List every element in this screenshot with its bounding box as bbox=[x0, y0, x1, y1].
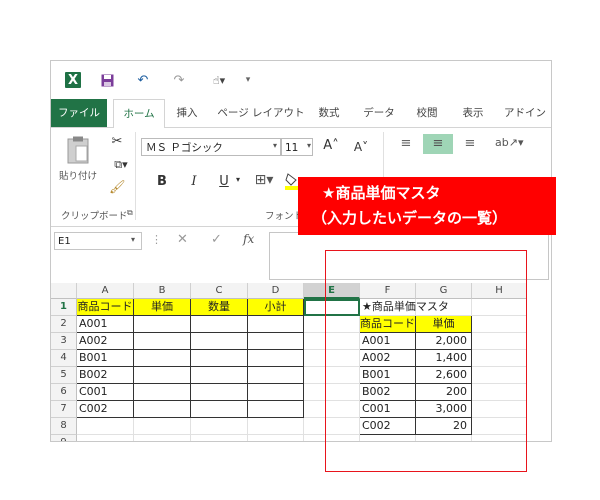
cell-a7[interactable]: C002 bbox=[77, 401, 134, 418]
cell-a3[interactable]: A002 bbox=[77, 333, 134, 350]
ribbon-tabs: ファイル ホーム 挿入 ページ レイアウト 数式 データ 校閲 表示 アドイン bbox=[51, 99, 551, 129]
align-top-icon[interactable]: ≡ bbox=[397, 136, 415, 151]
copy-icon[interactable]: ⧉▾ bbox=[109, 158, 133, 172]
borders-icon[interactable]: ⊞▾ bbox=[251, 172, 277, 188]
italic-button[interactable]: I bbox=[187, 174, 201, 189]
insert-function-icon[interactable]: fx bbox=[243, 232, 254, 246]
paste-icon[interactable] bbox=[65, 136, 91, 166]
cell-c1[interactable]: 数量 bbox=[191, 299, 248, 316]
column-header-b[interactable]: B bbox=[134, 283, 191, 299]
row-header-8[interactable]: 8 bbox=[51, 418, 77, 435]
cell-b2[interactable] bbox=[134, 316, 191, 333]
row-header-3[interactable]: 3 bbox=[51, 333, 77, 350]
cell-b6[interactable] bbox=[134, 384, 191, 401]
tab-addins[interactable]: アドイン bbox=[499, 99, 551, 127]
cancel-icon[interactable]: ✕ bbox=[177, 232, 188, 247]
format-painter-icon[interactable]: 🖌 bbox=[109, 180, 126, 195]
tab-formulas[interactable]: 数式 bbox=[313, 99, 345, 127]
cell-b1[interactable]: 単価 bbox=[134, 299, 191, 316]
tab-insert[interactable]: 挿入 bbox=[169, 99, 205, 127]
row-header-4[interactable]: 4 bbox=[51, 350, 77, 367]
row-header-6[interactable]: 6 bbox=[51, 384, 77, 401]
enter-icon[interactable]: ✓ bbox=[211, 232, 222, 247]
cell-c8[interactable] bbox=[191, 418, 248, 435]
touch-mode-icon[interactable]: ☝▾ bbox=[207, 72, 231, 88]
underline-dropdown-icon[interactable]: ▾ bbox=[233, 175, 243, 184]
tab-home[interactable]: ホーム bbox=[113, 99, 165, 129]
undo-icon[interactable]: ↶ bbox=[135, 72, 151, 88]
cell-d7[interactable] bbox=[248, 401, 304, 418]
cell-b5[interactable] bbox=[134, 367, 191, 384]
select-all-corner[interactable] bbox=[51, 283, 77, 299]
excel-logo-icon: X bbox=[65, 72, 81, 88]
tab-file[interactable]: ファイル bbox=[51, 99, 107, 127]
font-name-select[interactable]: ＭＳ Ｐゴシック bbox=[141, 138, 281, 156]
tab-review[interactable]: 校閲 bbox=[409, 99, 445, 127]
callout-line-1: ★商品単価マスタ bbox=[322, 184, 441, 202]
bold-button[interactable]: B bbox=[155, 174, 169, 189]
name-box[interactable]: E1 bbox=[54, 232, 142, 250]
paste-label[interactable]: 貼り付け bbox=[59, 168, 97, 182]
clipboard-group-label: クリップボード bbox=[61, 211, 128, 222]
cell-d8[interactable] bbox=[248, 418, 304, 435]
cell-a1[interactable]: 商品コード bbox=[77, 299, 134, 316]
cell-a4[interactable]: B001 bbox=[77, 350, 134, 367]
orientation-icon[interactable]: ab↗▾ bbox=[495, 136, 523, 149]
cell-d5[interactable] bbox=[248, 367, 304, 384]
cell-c4[interactable] bbox=[191, 350, 248, 367]
name-box-dropdown-icon[interactable]: ▾ bbox=[131, 235, 135, 244]
align-middle-icon[interactable]: ≡ bbox=[423, 134, 453, 154]
row-header-7[interactable]: 7 bbox=[51, 401, 77, 418]
column-header-c[interactable]: C bbox=[191, 283, 248, 299]
row-header-1[interactable]: 1 bbox=[51, 299, 77, 316]
callout-line-2: （入力したいデータの一覧） bbox=[312, 209, 508, 227]
redo-icon[interactable]: ↷ bbox=[171, 72, 187, 88]
cell-a2[interactable]: A001 bbox=[77, 316, 134, 333]
clipboard-launcher-icon[interactable]: ⧉ bbox=[127, 208, 133, 218]
cell-c9[interactable] bbox=[191, 435, 248, 441]
callout-master-label: ★商品単価マスタ （入力したいデータの一覧） bbox=[298, 177, 556, 235]
cell-d4[interactable] bbox=[248, 350, 304, 367]
column-header-d[interactable]: D bbox=[248, 283, 304, 299]
quick-access-toolbar: X ↶ ↷ ☝▾ ▾ bbox=[51, 61, 551, 99]
cell-a9[interactable] bbox=[77, 435, 134, 441]
tab-view[interactable]: 表示 bbox=[455, 99, 491, 127]
increase-font-icon[interactable]: A˄ bbox=[323, 138, 339, 153]
align-bottom-icon[interactable]: ≡ bbox=[461, 136, 479, 151]
row-header-9[interactable]: 9 bbox=[51, 435, 77, 441]
cell-c6[interactable] bbox=[191, 384, 248, 401]
cell-b9[interactable] bbox=[134, 435, 191, 441]
customize-toolbar-icon[interactable]: ▾ bbox=[241, 72, 255, 88]
cell-d1[interactable]: 小計 bbox=[248, 299, 304, 316]
font-name-dropdown-icon[interactable]: ▾ bbox=[273, 141, 277, 150]
cell-a8[interactable] bbox=[77, 418, 134, 435]
master-highlight-frame bbox=[325, 250, 527, 472]
cell-a5[interactable]: B002 bbox=[77, 367, 134, 384]
cell-b7[interactable] bbox=[134, 401, 191, 418]
cell-b4[interactable] bbox=[134, 350, 191, 367]
tab-data[interactable]: データ bbox=[359, 99, 399, 127]
cell-c3[interactable] bbox=[191, 333, 248, 350]
cell-c5[interactable] bbox=[191, 367, 248, 384]
cell-d2[interactable] bbox=[248, 316, 304, 333]
cell-d3[interactable] bbox=[248, 333, 304, 350]
ribbon-divider bbox=[135, 132, 136, 220]
cell-c7[interactable] bbox=[191, 401, 248, 418]
tab-page-layout[interactable]: ページ レイアウト bbox=[213, 99, 309, 127]
cell-a6[interactable]: C001 bbox=[77, 384, 134, 401]
column-header-a[interactable]: A bbox=[77, 283, 134, 299]
decrease-font-icon[interactable]: A˅ bbox=[353, 140, 369, 154]
formula-bar-grip-icon: ⋮ bbox=[151, 233, 162, 246]
font-size-dropdown-icon[interactable]: ▾ bbox=[307, 141, 311, 150]
underline-button[interactable]: U bbox=[217, 174, 231, 189]
cell-d6[interactable] bbox=[248, 384, 304, 401]
cell-b8[interactable] bbox=[134, 418, 191, 435]
cut-icon[interactable]: ✂ bbox=[109, 134, 125, 149]
cell-d9[interactable] bbox=[248, 435, 304, 441]
save-icon[interactable] bbox=[99, 72, 115, 88]
row-header-5[interactable]: 5 bbox=[51, 367, 77, 384]
cell-c2[interactable] bbox=[191, 316, 248, 333]
cell-b3[interactable] bbox=[134, 333, 191, 350]
row-header-2[interactable]: 2 bbox=[51, 316, 77, 333]
